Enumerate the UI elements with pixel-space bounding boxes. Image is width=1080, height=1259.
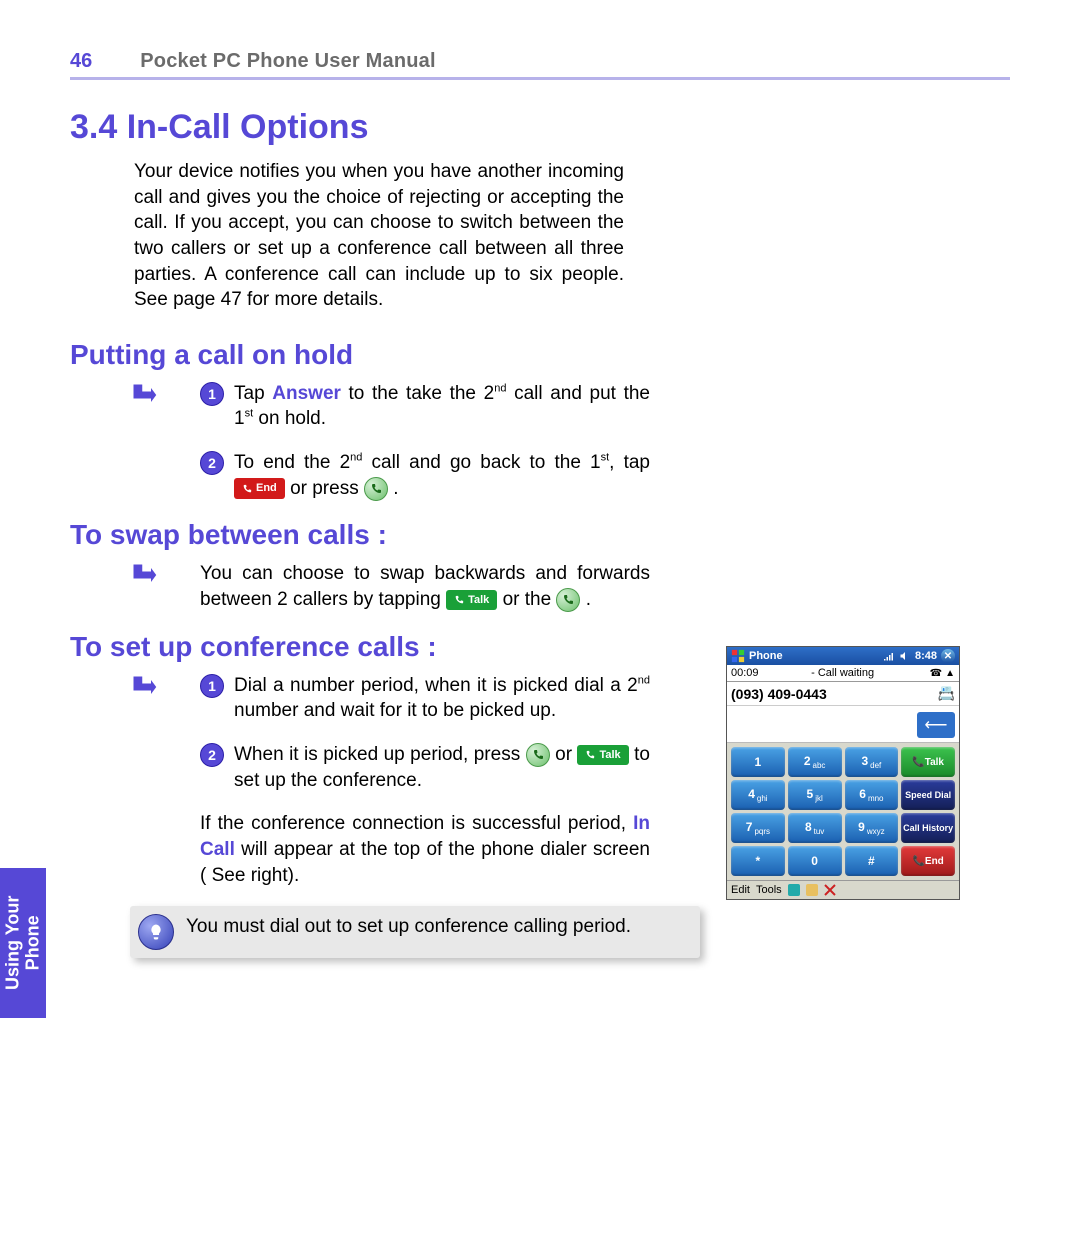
key-9[interactable]: 9wxyz [845, 813, 899, 843]
ss-status-icons: ☎▲ [927, 667, 955, 679]
phone-screenshot: Phone 8:48 ✕ 00:09 - Call waiting ☎▲ (09… [726, 646, 960, 900]
pointer-arrow-icon [130, 673, 164, 701]
side-tab-line2: Phone [23, 896, 43, 990]
hold-step-1: 1 Tap Answer to the take the 2nd call an… [130, 381, 650, 432]
close-icon: ✕ [941, 649, 955, 663]
hold-title: Putting a call on hold [70, 339, 1010, 371]
section-intro: Your device notifies you when you have a… [134, 159, 624, 313]
key-speeddial[interactable]: Speed Dial [901, 780, 955, 810]
key-talk[interactable]: 📞 Talk [901, 747, 955, 777]
ss-titlebar: Phone 8:48 ✕ [727, 647, 959, 665]
mute-icon[interactable] [824, 884, 836, 896]
lightbulb-icon [138, 914, 174, 950]
note-icon[interactable] [806, 884, 818, 896]
ss-app-title: Phone [749, 650, 783, 662]
ss-statusbar: 00:09 - Call waiting ☎▲ [727, 665, 959, 682]
key-callhistory[interactable]: Call History [901, 813, 955, 843]
conf-step-1: 1 Dial a number period, when it is picke… [130, 673, 650, 724]
step-number-2: 2 [200, 451, 224, 475]
start-flag-icon [731, 649, 745, 663]
manual-page: Using Your Phone 46 Pocket PC Phone User… [0, 0, 1080, 1008]
page-header: 46 Pocket PC Phone User Manual [70, 50, 1010, 80]
ss-callwaiting: - Call waiting [811, 667, 874, 679]
pointer-arrow-icon [130, 561, 164, 589]
talk-button-icon: Talk [446, 590, 497, 611]
ss-time: 8:48 [915, 650, 937, 662]
key-0[interactable]: 0 [788, 846, 842, 876]
end-button-icon: End [234, 478, 285, 499]
pointer-arrow-icon [130, 381, 164, 409]
ss-display: ⟵ [727, 706, 959, 743]
key-7[interactable]: 7pqrs [731, 813, 785, 843]
sip-icon[interactable] [788, 884, 800, 896]
key-2[interactable]: 2abc [788, 747, 842, 777]
key-5[interactable]: 5jkl [788, 780, 842, 810]
tip-note: You must dial out to set up conference c… [130, 906, 700, 958]
signal-icon [883, 650, 895, 662]
answer-link: Answer [272, 383, 341, 404]
ss-menu-tools[interactable]: Tools [756, 884, 782, 896]
section-title: 3.4 In-Call Options [70, 108, 1010, 147]
swap-title: To swap between calls : [70, 519, 1010, 551]
key-hash[interactable]: # [845, 846, 899, 876]
contact-card-icon: 📇 [938, 685, 955, 702]
running-title: Pocket PC Phone User Manual [140, 50, 435, 73]
hardware-phone-icon [364, 477, 388, 501]
ss-menubar: Edit Tools [727, 880, 959, 899]
speaker-icon [899, 650, 911, 662]
step-number-1: 1 [200, 674, 224, 698]
hold-step-2: 2 To end the 2nd call and go back to the… [130, 450, 650, 501]
key-star[interactable]: * [731, 846, 785, 876]
key-1[interactable]: 1 [731, 747, 785, 777]
conf-step-2: 2 When it is picked up period, press or … [130, 742, 650, 793]
hardware-phone-icon [526, 743, 550, 767]
key-8[interactable]: 8tuv [788, 813, 842, 843]
key-end[interactable]: 📞 End [901, 846, 955, 876]
key-4[interactable]: 4ghi [731, 780, 785, 810]
ss-menu-edit[interactable]: Edit [731, 884, 750, 896]
ss-number: (093) 409-0443 [731, 686, 827, 702]
ss-number-row: (093) 409-0443 📇 [727, 682, 959, 706]
backspace-key[interactable]: ⟵ [917, 712, 955, 738]
conf-note: If the conference connection is successf… [130, 811, 650, 888]
key-6[interactable]: 6mno [845, 780, 899, 810]
step-number-1: 1 [200, 382, 224, 406]
ss-timer: 00:09 [731, 667, 759, 679]
key-3[interactable]: 3def [845, 747, 899, 777]
hardware-phone-icon [556, 588, 580, 612]
side-tab-line1: Using Your [3, 896, 23, 990]
page-number: 46 [70, 50, 92, 73]
swap-step: You can choose to swap backwards and for… [130, 561, 650, 612]
step-number-2: 2 [200, 743, 224, 767]
ss-keypad: 1 2abc 3def 📞 Talk 4ghi 5jkl 6mno Speed … [727, 743, 959, 880]
side-tab: Using Your Phone [0, 868, 46, 1018]
tip-text: You must dial out to set up conference c… [186, 914, 690, 940]
talk-button-icon: Talk [577, 745, 628, 766]
